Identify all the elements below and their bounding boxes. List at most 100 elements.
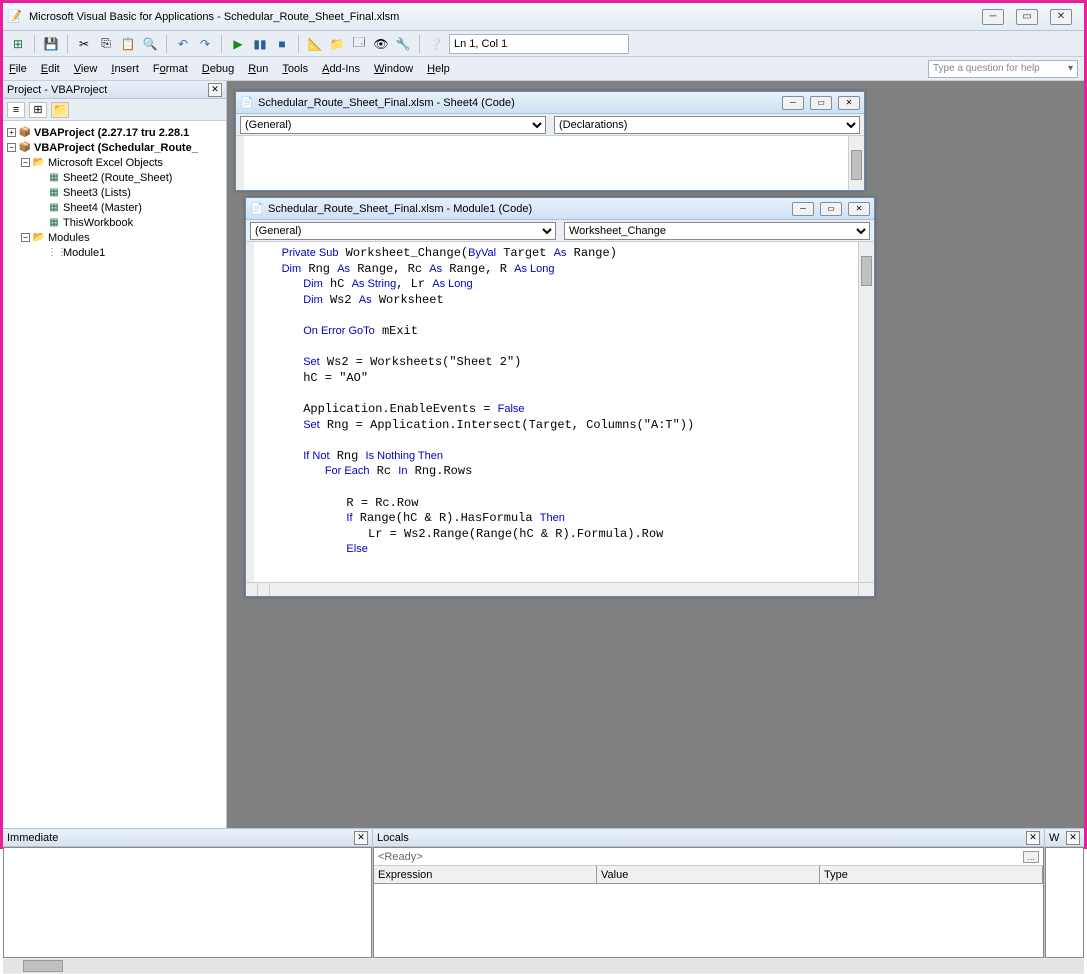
vb-icon: 📝 xyxy=(7,9,23,25)
child-close-button[interactable]: ✕ xyxy=(838,96,860,110)
menu-insert[interactable]: Insert xyxy=(111,63,139,75)
code-editor[interactable] xyxy=(244,136,848,190)
break-button[interactable]: ▮▮ xyxy=(251,35,269,53)
horizontal-scrollbar[interactable] xyxy=(270,583,858,596)
tree-sheet4[interactable]: Sheet4 (Master) xyxy=(63,202,142,214)
procedure-dropdown[interactable]: Worksheet_Change xyxy=(564,222,870,240)
watch-window: W✕ xyxy=(1044,829,1084,958)
menubar: File Edit View Insert Format Debug Run T… xyxy=(3,57,1084,81)
code-editor[interactable]: Private Sub Worksheet_Change(ByVal Targe… xyxy=(254,242,858,582)
horizontal-scrollbar[interactable] xyxy=(3,958,1084,974)
locals-options-button[interactable]: ... xyxy=(1023,851,1039,863)
collapse-icon[interactable]: − xyxy=(7,143,16,152)
toolbox-button[interactable]: 🔧 xyxy=(394,35,412,53)
minimize-button[interactable]: ─ xyxy=(982,9,1004,25)
immediate-input[interactable] xyxy=(3,847,372,958)
child-close-button[interactable]: ✕ xyxy=(848,202,870,216)
locals-title: Locals xyxy=(377,832,409,844)
view-code-button[interactable]: ≡ xyxy=(7,102,25,118)
app-title: Microsoft Visual Basic for Applications … xyxy=(29,11,399,23)
view-object-button[interactable]: ⊞ xyxy=(29,102,47,118)
vertical-scrollbar[interactable] xyxy=(858,242,874,582)
watch-title: W xyxy=(1049,832,1059,844)
menu-help[interactable]: Help xyxy=(427,63,450,75)
menu-format[interactable]: Format xyxy=(153,63,188,75)
object-browser-button[interactable]: 👁 xyxy=(372,35,390,53)
full-module-view-button[interactable] xyxy=(258,583,270,596)
code-window-sheet4: 📄 Schedular_Route_Sheet_Final.xlsm - She… xyxy=(235,91,865,191)
collapse-icon[interactable]: − xyxy=(21,233,30,242)
object-dropdown[interactable]: (General) xyxy=(250,222,556,240)
properties-button[interactable]: 🗔 xyxy=(350,35,368,53)
locals-window: Locals ✕ <Ready>... Expression Value Type xyxy=(373,829,1044,958)
menu-view[interactable]: View xyxy=(74,63,98,75)
code-window-module1: 📄 Schedular_Route_Sheet_Final.xlsm - Mod… xyxy=(245,197,875,597)
object-dropdown[interactable]: (General) xyxy=(240,116,546,134)
panel-close-button[interactable]: ✕ xyxy=(208,83,222,97)
col-expression[interactable]: Expression xyxy=(374,866,597,883)
find-button[interactable]: 🔍 xyxy=(141,35,159,53)
menu-run[interactable]: Run xyxy=(248,63,268,75)
project-tree[interactable]: +📦VBAProject (2.27.17 tru 2.28.1 −📦VBAPr… xyxy=(3,121,226,828)
copy-button[interactable]: ⎘ xyxy=(97,35,115,53)
panel-close-button[interactable]: ✕ xyxy=(1066,831,1080,845)
close-button[interactable]: ✕ xyxy=(1050,9,1072,25)
menu-debug[interactable]: Debug xyxy=(202,63,234,75)
locals-ready: <Ready> xyxy=(378,851,423,863)
folder-toggle-button[interactable]: 📁 xyxy=(51,102,69,118)
panel-close-button[interactable]: ✕ xyxy=(1026,831,1040,845)
menu-addins[interactable]: Add-Ins xyxy=(322,63,360,75)
cut-button[interactable]: ✂ xyxy=(75,35,93,53)
excel-icon[interactable]: ⊞ xyxy=(9,35,27,53)
col-value[interactable]: Value xyxy=(597,866,820,883)
code-icon: 📄 xyxy=(250,202,264,215)
window-controls: ─ ▭ ✕ xyxy=(982,9,1080,25)
mdi-area: 📄 Schedular_Route_Sheet_Final.xlsm - She… xyxy=(227,81,1084,828)
tree-thisworkbook[interactable]: ThisWorkbook xyxy=(63,217,133,229)
project-toolbar: ≡ ⊞ 📁 xyxy=(3,99,226,121)
reset-button[interactable]: ■ xyxy=(273,35,291,53)
immediate-window: Immediate ✕ xyxy=(3,829,373,958)
child-minimize-button[interactable]: ─ xyxy=(782,96,804,110)
expand-icon[interactable]: + xyxy=(7,128,16,137)
project-explorer-button[interactable]: 📁 xyxy=(328,35,346,53)
tree-folder-objects[interactable]: Microsoft Excel Objects xyxy=(48,157,163,169)
help-button[interactable]: ❔ xyxy=(427,35,445,53)
immediate-title: Immediate xyxy=(7,832,58,844)
child-minimize-button[interactable]: ─ xyxy=(792,202,814,216)
locals-columns: Expression Value Type xyxy=(374,866,1043,884)
project-explorer: Project - VBAProject ✕ ≡ ⊞ 📁 +📦VBAProjec… xyxy=(3,81,227,828)
tree-project-1[interactable]: VBAProject (2.27.17 tru 2.28.1 xyxy=(34,127,189,139)
procedure-view-button[interactable] xyxy=(246,583,258,596)
col-type[interactable]: Type xyxy=(820,866,1043,883)
collapse-icon[interactable]: − xyxy=(21,158,30,167)
code-icon: 📄 xyxy=(240,96,254,109)
run-button[interactable]: ▶ xyxy=(229,35,247,53)
save-button[interactable]: 💾 xyxy=(42,35,60,53)
tree-sheet2[interactable]: Sheet2 (Route_Sheet) xyxy=(63,172,172,184)
menu-window[interactable]: Window xyxy=(374,63,413,75)
toolbar: ⊞ 💾 ✂ ⎘ 📋 🔍 ↶ ↷ ▶ ▮▮ ■ 📐 📁 🗔 👁 🔧 ❔ xyxy=(3,31,1084,57)
position-indicator xyxy=(449,34,629,54)
procedure-dropdown[interactable]: (Declarations) xyxy=(554,116,860,134)
paste-button[interactable]: 📋 xyxy=(119,35,137,53)
vertical-scrollbar[interactable] xyxy=(848,136,864,190)
menu-edit[interactable]: Edit xyxy=(41,63,60,75)
panel-close-button[interactable]: ✕ xyxy=(354,831,368,845)
tree-module1[interactable]: Module1 xyxy=(63,247,105,259)
redo-button[interactable]: ↷ xyxy=(196,35,214,53)
child-maximize-button[interactable]: ▭ xyxy=(810,96,832,110)
tree-project-2[interactable]: VBAProject (Schedular_Route_ xyxy=(34,142,198,154)
help-search-input[interactable]: Type a question for help xyxy=(928,60,1078,78)
titlebar: 📝 Microsoft Visual Basic for Application… xyxy=(3,3,1084,31)
undo-button[interactable]: ↶ xyxy=(174,35,192,53)
code-window-title: Schedular_Route_Sheet_Final.xlsm - Modul… xyxy=(268,203,532,215)
menu-file[interactable]: File xyxy=(9,63,27,75)
design-mode-button[interactable]: 📐 xyxy=(306,35,324,53)
child-maximize-button[interactable]: ▭ xyxy=(820,202,842,216)
tree-sheet3[interactable]: Sheet3 (Lists) xyxy=(63,187,131,199)
code-window-title: Schedular_Route_Sheet_Final.xlsm - Sheet… xyxy=(258,97,515,109)
menu-tools[interactable]: Tools xyxy=(282,63,308,75)
tree-folder-modules[interactable]: Modules xyxy=(48,232,90,244)
maximize-button[interactable]: ▭ xyxy=(1016,9,1038,25)
